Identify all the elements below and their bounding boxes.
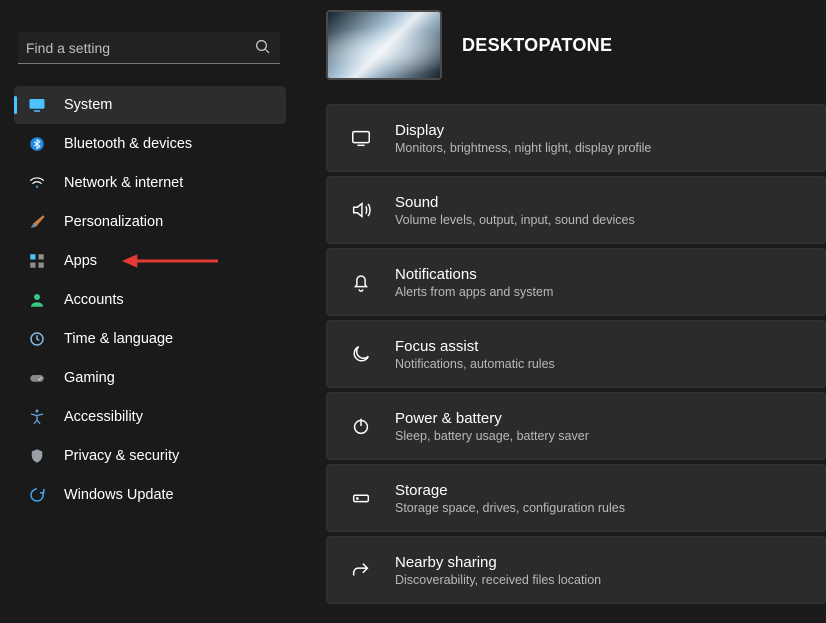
moon-icon	[341, 343, 381, 365]
sidebar-item-apps[interactable]: Apps	[14, 242, 286, 280]
avatar-placeholder	[12, 8, 288, 18]
sidebar-item-label: Privacy & security	[64, 448, 179, 464]
sidebar-item-label: Network & internet	[64, 175, 183, 191]
card-text: Power & battery Sleep, battery usage, bat…	[395, 410, 589, 443]
search-icon	[254, 38, 272, 56]
card-storage[interactable]: Storage Storage space, drives, configurat…	[326, 464, 826, 532]
card-text: Nearby sharing Discoverability, received …	[395, 554, 601, 587]
search-input[interactable]	[18, 32, 280, 64]
sidebar-nav: System Bluetooth & devices Network & inter…	[12, 86, 288, 514]
sidebar-item-bluetooth-devices[interactable]: Bluetooth & devices	[14, 125, 286, 163]
card-text: Sound Volume levels, output, input, sound…	[395, 194, 635, 227]
card-subtitle: Storage space, drives, configuration rul…	[395, 501, 625, 515]
accessibility-icon	[28, 408, 46, 426]
sidebar-item-gaming[interactable]: Gaming	[14, 359, 286, 397]
sidebar-item-network-internet[interactable]: Network & internet	[14, 164, 286, 202]
storage-icon	[341, 487, 381, 509]
sidebar-item-label: Accounts	[64, 292, 124, 308]
annotation-arrow	[122, 251, 218, 271]
power-icon	[341, 415, 381, 437]
sidebar-item-privacy-security[interactable]: Privacy & security	[14, 437, 286, 475]
card-title: Focus assist	[395, 338, 555, 355]
sidebar-item-label: Apps	[64, 253, 97, 269]
sidebar-item-personalization[interactable]: Personalization	[14, 203, 286, 241]
main-panel: DESKTOPATONE Display Monitors, brightness…	[300, 0, 826, 623]
card-subtitle: Volume levels, output, input, sound devi…	[395, 213, 635, 227]
sidebar-item-windows-update[interactable]: Windows Update	[14, 476, 286, 514]
update-icon	[28, 486, 46, 504]
sidebar-item-label: Time & language	[64, 331, 173, 347]
gamepad-icon	[28, 369, 46, 387]
search-field-wrap	[18, 32, 280, 64]
sound-icon	[341, 199, 381, 221]
card-subtitle: Notifications, automatic rules	[395, 357, 555, 371]
sidebar-item-time-language[interactable]: Time & language	[14, 320, 286, 358]
card-text: Display Monitors, brightness, night light…	[395, 122, 651, 155]
card-title: Nearby sharing	[395, 554, 601, 571]
card-display[interactable]: Display Monitors, brightness, night light…	[326, 104, 826, 172]
sidebar-item-label: Bluetooth & devices	[64, 136, 192, 152]
card-subtitle: Alerts from apps and system	[395, 285, 553, 299]
apps-icon	[28, 252, 46, 270]
wifi-icon	[28, 174, 46, 192]
person-icon	[28, 291, 46, 309]
card-sound[interactable]: Sound Volume levels, output, input, sound…	[326, 176, 826, 244]
bluetooth-icon	[28, 135, 46, 153]
card-nearby-sharing[interactable]: Nearby sharing Discoverability, received …	[326, 536, 826, 604]
monitor-icon	[28, 96, 46, 114]
brush-icon	[28, 213, 46, 231]
sidebar-item-label: Gaming	[64, 370, 115, 386]
sidebar-item-accessibility[interactable]: Accessibility	[14, 398, 286, 436]
clock-icon	[28, 330, 46, 348]
card-text: Focus assist Notifications, automatic rul…	[395, 338, 555, 371]
card-text: Notifications Alerts from apps and system	[395, 266, 553, 299]
share-icon	[341, 559, 381, 581]
card-title: Power & battery	[395, 410, 589, 427]
device-wallpaper-thumb[interactable]	[326, 10, 442, 80]
device-header: DESKTOPATONE	[300, 6, 826, 104]
settings-card-list: Display Monitors, brightness, night light…	[300, 104, 826, 604]
sidebar-item-accounts[interactable]: Accounts	[14, 281, 286, 319]
card-power-battery[interactable]: Power & battery Sleep, battery usage, bat…	[326, 392, 826, 460]
sidebar-item-label: Windows Update	[64, 487, 174, 503]
sidebar-item-label: Personalization	[64, 214, 163, 230]
card-subtitle: Discoverability, received files location	[395, 573, 601, 587]
settings-sidebar: System Bluetooth & devices Network & inter…	[0, 0, 300, 623]
bell-icon	[341, 271, 381, 293]
card-text: Storage Storage space, drives, configurat…	[395, 482, 625, 515]
card-title: Display	[395, 122, 651, 139]
card-notifications[interactable]: Notifications Alerts from apps and system	[326, 248, 826, 316]
card-title: Storage	[395, 482, 625, 499]
card-subtitle: Monitors, brightness, night light, displ…	[395, 141, 651, 155]
sidebar-item-label: System	[64, 97, 112, 113]
sidebar-item-system[interactable]: System	[14, 86, 286, 124]
card-subtitle: Sleep, battery usage, battery saver	[395, 429, 589, 443]
display-icon	[341, 127, 381, 149]
card-title: Notifications	[395, 266, 553, 283]
card-focus-assist[interactable]: Focus assist Notifications, automatic rul…	[326, 320, 826, 388]
sidebar-item-label: Accessibility	[64, 409, 143, 425]
device-name: DESKTOPATONE	[462, 35, 612, 56]
card-title: Sound	[395, 194, 635, 211]
shield-icon	[28, 447, 46, 465]
